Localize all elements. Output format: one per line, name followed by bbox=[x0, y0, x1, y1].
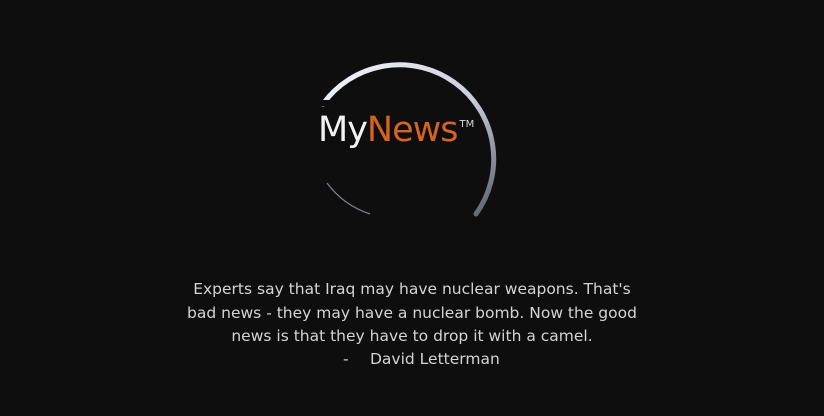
quote-line-3: news is that they have to drop it with a… bbox=[231, 327, 593, 345]
logo-ring-inner-arc bbox=[326, 182, 371, 215]
attribution-dash: - bbox=[343, 350, 349, 368]
mynews-logo: MyNews TM bbox=[300, 40, 520, 230]
logo-trademark: TM bbox=[459, 119, 475, 130]
quote-line-1: Experts say that Iraq may have nuclear w… bbox=[193, 280, 631, 298]
quote-block: Experts say that Iraq may have nuclear w… bbox=[150, 278, 674, 349]
logo-my-text: My bbox=[318, 110, 368, 150]
logo-news-text: News bbox=[366, 110, 459, 150]
quote-attribution: - David Letterman bbox=[343, 348, 500, 372]
quote-line-2: bad news - they may have a nuclear bomb.… bbox=[187, 303, 637, 322]
quote-author: David Letterman bbox=[370, 350, 500, 368]
logo-wordmark: MyNews TM bbox=[318, 113, 474, 148]
